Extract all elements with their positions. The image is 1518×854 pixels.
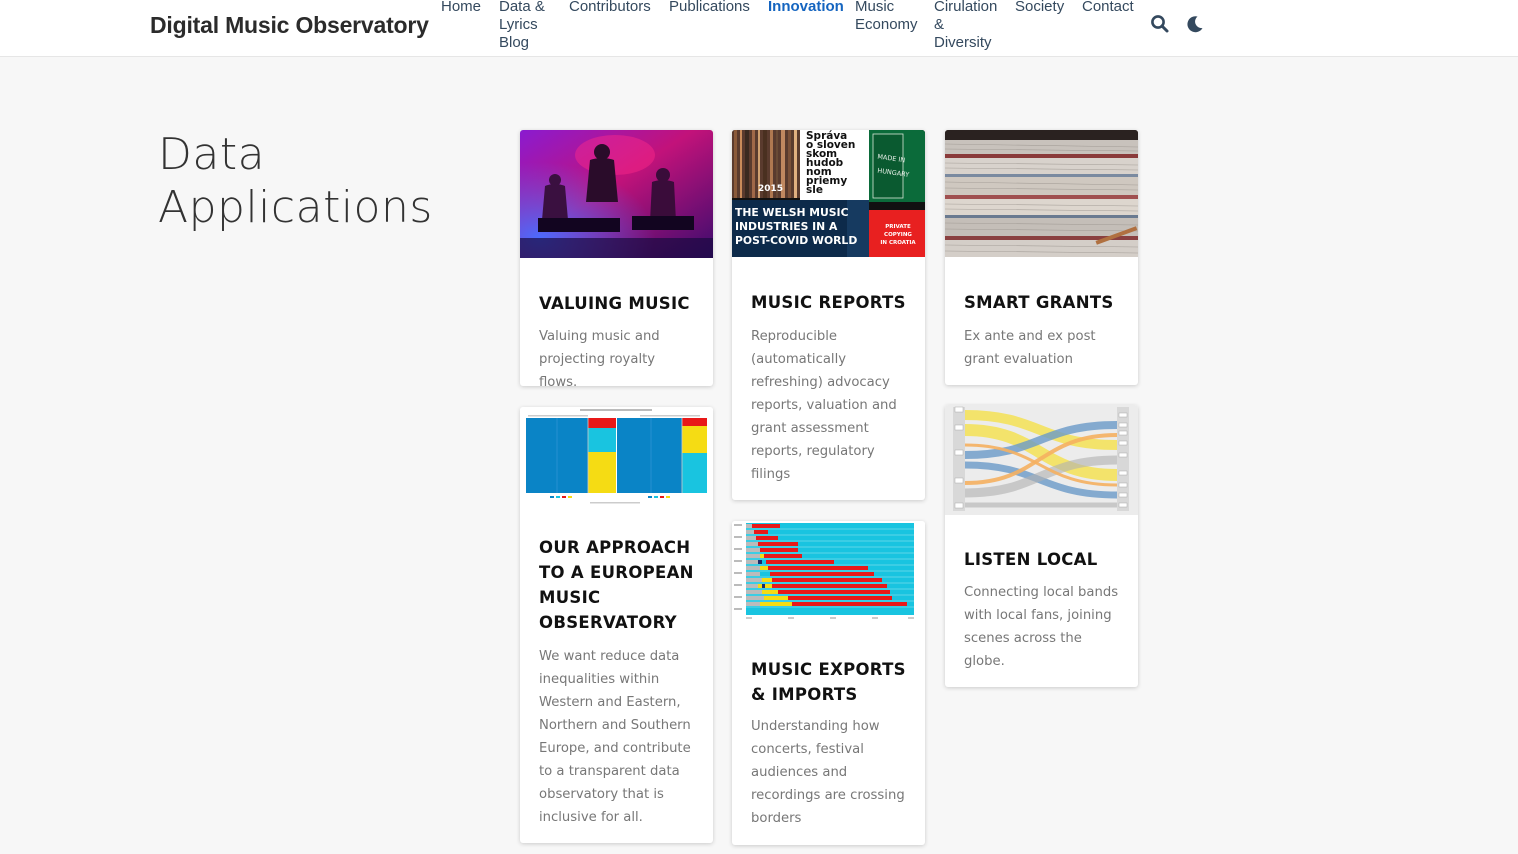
nav-contact[interactable]: Contact bbox=[1082, 0, 1134, 16]
card-description: Reproducible (automatically refreshing) … bbox=[751, 329, 897, 482]
card-title: OUR APPROACH TO A EUROPEAN MUSIC OBSERVA… bbox=[539, 538, 694, 632]
nav-music-economy-line: Music bbox=[855, 0, 895, 15]
section-title: Data Applications bbox=[158, 128, 433, 234]
card-description: We want reduce data inequalities within … bbox=[539, 649, 691, 825]
nav-publications[interactable]: Publications bbox=[669, 0, 750, 16]
card-title: LISTEN LOCAL bbox=[964, 550, 1098, 569]
nav-innovation[interactable]: Innovation bbox=[768, 0, 844, 16]
nav-home[interactable]: Home bbox=[441, 0, 481, 16]
nav-circulation-diversity-line: Diversity bbox=[934, 34, 992, 51]
report-croatia-text: IN CROATIA bbox=[880, 240, 916, 246]
card-image-report-covers: 2015 Správa o sloven skom hudob nom prie… bbox=[732, 130, 925, 257]
card-description: Ex ante and ex post grant evaluation bbox=[964, 329, 1096, 367]
card-description: Valuing music and projecting royalty flo… bbox=[539, 329, 660, 386]
nav-data-lyrics-blog-line: Lyrics bbox=[499, 16, 538, 33]
card-title: MUSIC REPORTS bbox=[751, 293, 906, 312]
card-image-sankey-chart bbox=[945, 405, 1138, 515]
nav-music-economy-line: Economy bbox=[855, 16, 918, 33]
nav-circulation-diversity-line: & bbox=[934, 16, 945, 33]
moon-icon[interactable] bbox=[1185, 14, 1207, 36]
card-image-exports-chart bbox=[732, 521, 925, 623]
section-title-line: Applications bbox=[158, 182, 433, 233]
card-smart-grants[interactable]: SMART GRANTS Ex ante and ex post grant e… bbox=[945, 130, 1138, 385]
report-year: 2015 bbox=[758, 184, 783, 194]
nav-data-lyrics-blog[interactable]: Data & Lyrics Blog bbox=[499, 0, 545, 52]
card-valuing-music[interactable]: VALUING MUSIC Valuing music and projecti… bbox=[520, 130, 713, 386]
search-icon[interactable] bbox=[1150, 14, 1172, 36]
report-croatia-text: PRIVATE bbox=[885, 224, 911, 230]
report-welsh-text: INDUSTRIES IN A bbox=[735, 220, 838, 233]
nav-data-lyrics-blog-line: Data & bbox=[499, 0, 545, 15]
report-welsh-text: POST-COVID WORLD bbox=[735, 234, 857, 247]
card-description: Understanding how concerts, festival aud… bbox=[751, 719, 905, 826]
card-title: MUSIC EXPORTS & IMPORTS bbox=[751, 660, 906, 704]
card-listen-local[interactable]: LISTEN LOCAL Connecting local bands with… bbox=[945, 405, 1138, 687]
card-music-reports[interactable]: 2015 Správa o sloven skom hudob nom prie… bbox=[732, 130, 925, 500]
nav-music-economy[interactable]: Music Economy bbox=[855, 0, 918, 34]
nav-society[interactable]: Society bbox=[1015, 0, 1064, 16]
card-image-paper-stacks bbox=[945, 130, 1138, 257]
card-our-approach[interactable]: OUR APPROACH TO A EUROPEAN MUSIC OBSERVA… bbox=[520, 407, 713, 843]
nav-contributors[interactable]: Contributors bbox=[569, 0, 651, 16]
card-music-exports-imports[interactable]: MUSIC EXPORTS & IMPORTS Understanding ho… bbox=[732, 521, 925, 845]
nav-circulation-diversity-line: Cirulation bbox=[934, 0, 998, 15]
nav-circulation-diversity[interactable]: Cirulation & Diversity bbox=[934, 0, 997, 52]
report-slovak-text: sle bbox=[806, 184, 823, 196]
nav-data-lyrics-blog-line: Blog bbox=[499, 34, 530, 51]
card-title: SMART GRANTS bbox=[964, 293, 1114, 312]
site-brand[interactable]: Digital Music Observatory bbox=[150, 12, 429, 39]
card-image-budget-chart bbox=[520, 407, 713, 507]
report-welsh-text: THE WELSH MUSIC bbox=[735, 206, 849, 219]
report-croatia-text: COPYING bbox=[884, 232, 912, 238]
card-image-concert bbox=[520, 130, 713, 258]
navbar: Digital Music Observatory Home Data & Ly… bbox=[0, 0, 1518, 57]
card-title: VALUING MUSIC bbox=[539, 294, 690, 313]
section-title-line: Data bbox=[158, 129, 266, 180]
card-description: Connecting local bands with local fans, … bbox=[964, 585, 1119, 669]
